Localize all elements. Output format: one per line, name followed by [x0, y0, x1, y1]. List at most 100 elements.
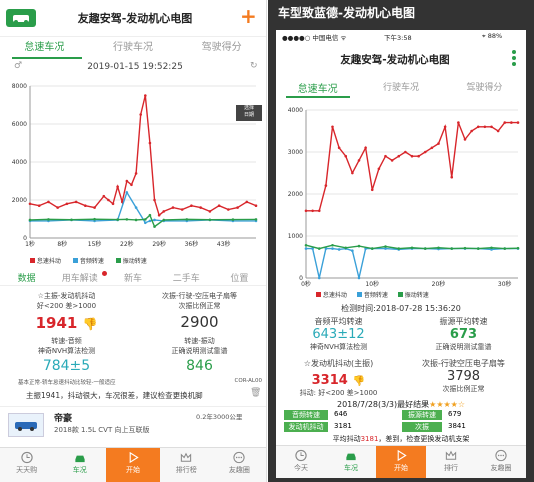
car-detail: 2018款 1.5L CVT 向上互联版	[54, 426, 150, 434]
tab-score[interactable]: 驾驶得分	[443, 80, 526, 96]
data-point	[516, 246, 520, 250]
data-point	[417, 154, 420, 158]
subtab-data[interactable]: 数据	[0, 271, 53, 285]
sub-tabs: 数据 用车解读 新车 二手车 位置	[0, 271, 266, 286]
tab-idle[interactable]: 怠速车况	[0, 38, 89, 56]
data-point	[144, 221, 147, 225]
more-icon[interactable]	[512, 50, 516, 66]
data-point	[157, 213, 161, 217]
metric-title: 次振-行驶-空压电子扇等	[161, 292, 238, 300]
data-point	[450, 247, 454, 250]
data-point	[503, 247, 507, 250]
data-point	[37, 204, 41, 207]
main-tabs: 怠速车况 行驶车况 驾驶得分	[0, 38, 266, 56]
crown-icon	[181, 452, 192, 462]
right-phone-screen: ●●●●○ 中国电信 ᯤ 下午3:58 ⌖ 88% 友趣安驾-发动机心电图 怠速…	[276, 30, 526, 478]
row-value: 679	[448, 410, 462, 418]
left-chart: 020004000600080001秒 8秒 15秒 22秒 29秒 36秒 43秒	[12, 83, 258, 248]
page-title: 友趣安驾-发动机心电图	[340, 54, 450, 66]
data-point	[437, 142, 440, 145]
data-point	[153, 225, 156, 228]
subtab-interpret[interactable]: 用车解读	[53, 271, 106, 285]
tab-driving[interactable]: 行驶车况	[89, 38, 178, 56]
bottom-tab-start[interactable]: 开始	[376, 446, 426, 478]
subtab-newcar[interactable]: 新车	[106, 271, 159, 285]
x-tick-label: 10秒	[365, 280, 379, 288]
data-point	[245, 200, 249, 204]
metric-main-vibration: ☆主振-发动机抖动 好<200 差>1000 1941 👎	[0, 291, 133, 332]
bottom-tab-daily[interactable]: 天天购	[0, 448, 53, 482]
legend-swatch-red	[30, 258, 35, 263]
legend-swatch-green	[115, 258, 121, 263]
data-point	[331, 243, 334, 247]
select-date-button[interactable]: 选择 日期	[236, 105, 262, 121]
bottom-tab-circle[interactable]: 友趣圈	[476, 446, 526, 478]
device-model: COR-AL00	[234, 378, 262, 384]
trash-icon[interactable]: 🗑	[250, 388, 261, 398]
legend-swatch-red	[316, 292, 321, 297]
data-point	[148, 141, 152, 145]
data-point	[144, 218, 147, 221]
add-button[interactable]: +	[240, 4, 257, 28]
metric-title: ☆发动机抖动(主振)	[303, 359, 374, 368]
play-icon	[397, 449, 407, 462]
car-price: 0.2年3000公里	[196, 413, 243, 421]
data-point	[56, 206, 59, 209]
data-point	[397, 154, 401, 158]
data-point	[351, 171, 354, 175]
link-icon[interactable]: ↻	[250, 61, 258, 71]
data-point	[190, 204, 193, 207]
bottom-tab-circle[interactable]: 友趣圈	[213, 448, 266, 482]
data-point	[496, 129, 500, 133]
tab-driving[interactable]: 行驶车况	[359, 80, 442, 96]
bottom-tab-start[interactable]: 开始	[106, 448, 160, 482]
car-icon	[75, 455, 85, 463]
bottom-tab-label: 今天	[294, 464, 308, 472]
metric-value: 3314	[311, 373, 348, 388]
bottom-tab-today[interactable]: 今天	[276, 446, 326, 478]
tab-idle[interactable]: 怠速车况	[276, 80, 359, 96]
metric-sub: 神奇NVH算法检测	[309, 343, 368, 351]
metric-secondary-vibration: 次振-行驶-空压电子扇等 次振比例正常 2900	[133, 291, 266, 331]
data-point	[217, 204, 221, 207]
row-key: 振源转速	[402, 410, 442, 420]
data-point	[324, 184, 328, 187]
panel-header: 车型致蓝德-发动机心电图	[268, 0, 534, 26]
legend-audio: 音频转速	[72, 256, 104, 266]
legend-idle: 怠速抖动	[30, 256, 61, 266]
data-point	[208, 210, 212, 213]
data-point	[102, 194, 106, 198]
tab-indicator	[12, 57, 82, 59]
data-point	[139, 113, 142, 116]
metric-value: 1941	[35, 314, 78, 332]
bottom-tab-condition[interactable]: 车况	[326, 446, 376, 478]
data-point	[423, 150, 427, 154]
bottom-tab-ranking[interactable]: 排行	[426, 446, 476, 478]
star-rating: ★★★★☆	[429, 400, 465, 409]
data-point	[148, 213, 152, 217]
bottom-tab-ranking[interactable]: 排行榜	[160, 448, 213, 482]
data-point	[357, 276, 361, 280]
subtab-location[interactable]: 位置	[213, 271, 266, 285]
metric-value: 846	[186, 358, 213, 374]
metric-title: 转速-音频	[51, 337, 82, 345]
data-point	[476, 125, 480, 129]
data-point	[134, 172, 138, 175]
car-info-card[interactable]: 帝豪 2018款 1.5L CVT 向上互联版 0.2年3000公里	[0, 406, 266, 443]
bottom-tab-condition[interactable]: 车况	[53, 448, 106, 482]
status-bar: ●●●●○ 中国电信 ᯤ 下午3:58 ⌖ 88%	[276, 32, 526, 44]
data-point	[503, 121, 507, 124]
subtab-usedcar[interactable]: 二手车	[160, 271, 213, 285]
x-tick-label: 0秒	[301, 280, 311, 288]
car-icon	[346, 453, 356, 461]
best-result: 2018/7/28(3/3)最好结果★★★★☆	[276, 399, 526, 410]
tab-score[interactable]: 驾驶得分	[177, 38, 266, 56]
legend: 怠速抖动 音频转速 振动转速	[30, 256, 230, 266]
car-logo-icon	[6, 9, 36, 27]
bottom-tab-label: 开始	[126, 466, 140, 474]
metric-vibration-rpm: 转速-振动 正确说明测试靠谱 846	[133, 336, 266, 374]
male-icon: ♂	[14, 61, 23, 71]
legend-label: 音频转速	[363, 292, 388, 299]
advice-text: 平均抖动3181，差到，检查更换发动机支架	[276, 434, 526, 444]
data-point	[370, 188, 374, 192]
